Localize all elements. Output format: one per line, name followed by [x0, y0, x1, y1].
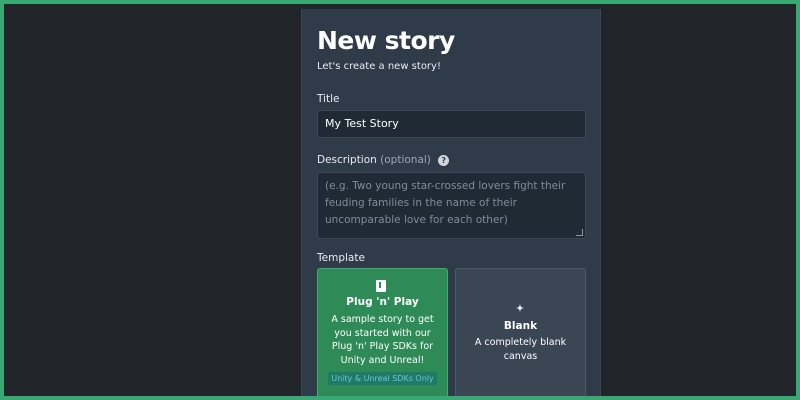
- page-subtitle: Let's create a new story!: [317, 61, 441, 72]
- page-title: New story: [317, 26, 455, 55]
- template-description: A sample story to get you started with o…: [331, 314, 434, 366]
- app-window: New story Let's create a new story! Titl…: [4, 4, 796, 396]
- template-label: Template: [317, 252, 365, 264]
- description-placeholder: (e.g. Two young star-crossed lovers figh…: [325, 180, 566, 226]
- help-icon[interactable]: ?: [438, 155, 450, 166]
- template-description: A completely blank canvas: [474, 337, 567, 362]
- resize-handle-icon[interactable]: [576, 229, 583, 236]
- new-story-panel: New story Let's create a new story! Titl…: [301, 9, 601, 396]
- description-textarea[interactable]: (e.g. Two young star-crossed lovers figh…: [317, 172, 586, 239]
- title-input[interactable]: My Test Story: [317, 110, 586, 138]
- template-name: Blank: [503, 320, 538, 332]
- sdk-badge: Unity & Unreal SDKs Only: [328, 372, 437, 385]
- template-card-plug-n-play[interactable]: Plug 'n' Play A sample story to get you …: [317, 268, 448, 396]
- book-icon: [376, 280, 386, 292]
- sparkle-icon: ✦: [515, 302, 525, 315]
- description-label: Description: [317, 154, 377, 166]
- template-name: Plug 'n' Play: [346, 296, 419, 308]
- title-label: Title: [317, 93, 340, 105]
- description-label-row: Description (optional) ?: [317, 154, 450, 166]
- optional-label: (optional): [380, 154, 431, 166]
- template-card-blank[interactable]: ✦ Blank A completely blank canvas: [455, 268, 586, 396]
